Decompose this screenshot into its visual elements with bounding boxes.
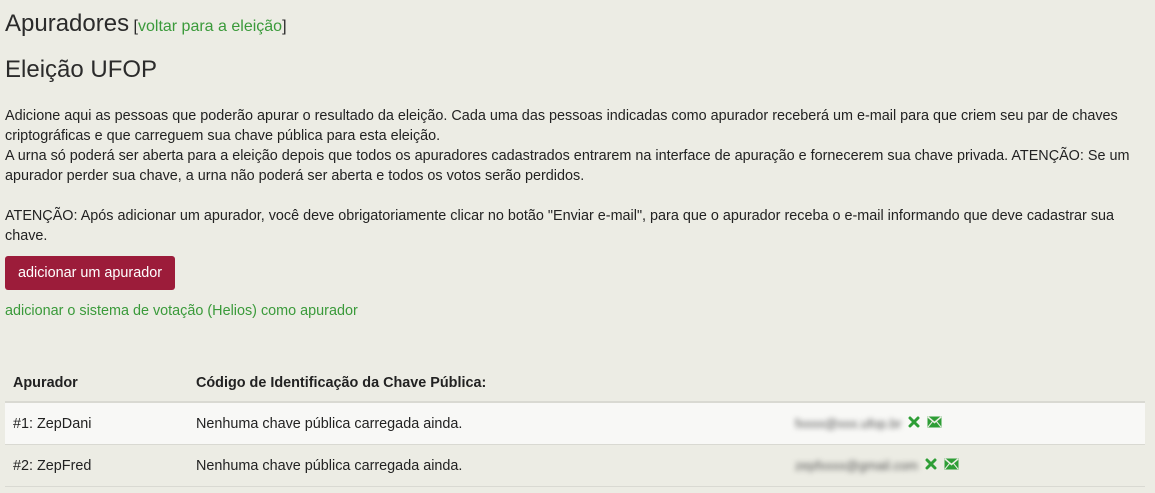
header-trustee: Apurador [5,365,188,403]
page-title: Apuradores [5,10,130,37]
page-header: Apuradores [voltar para a eleição] [5,9,1150,39]
table-row: #1: ZepDani Nenhuma chave pública carreg… [5,402,1145,445]
table-header-row: Apurador Código de Identificação da Chav… [5,365,1145,403]
trustee-name: #1: ZepDani [5,402,188,445]
header-actions [787,365,1145,403]
key-status: Nenhuma chave pública carregada ainda. [188,402,787,445]
trustee-email: fxxxx@xxx.ufop.br [795,416,902,432]
election-title: Eleição UFOP [5,56,158,83]
trustee-name: #2: ZepFred [5,444,188,487]
trustee-actions-cell: fxxxx@xxx.ufop.br [787,402,1145,445]
trustees-table: Apurador Código de Identificação da Chav… [5,365,1145,487]
key-status: Nenhuma chave pública carregada ainda. [188,444,787,487]
trustee-actions-cell: zepfxxxx@gmail.com [787,444,1145,487]
delete-x-icon[interactable] [925,458,937,474]
envelope-icon[interactable] [944,458,959,474]
delete-x-icon[interactable] [908,416,920,432]
envelope-icon[interactable] [927,416,942,432]
add-trustee-button[interactable]: adicionar um apurador [5,256,175,290]
back-to-election-link[interactable]: voltar para a eleição [138,18,282,35]
trustee-email: zepfxxxx@gmail.com [795,458,919,474]
intro-paragraph-1: Adicione aqui as pessoas que poderão apu… [5,108,1118,144]
add-helios-trustee-link[interactable]: adicionar o sistema de votação (Helios) … [5,301,1150,321]
intro-paragraph-2: A urna só poderá ser aberta para a eleiç… [5,148,1130,184]
bracket-close: ] [282,18,287,35]
table-row: #2: ZepFred Nenhuma chave pública carreg… [5,444,1145,487]
warning-paragraph: ATENÇÃO: Após adicionar um apurador, voc… [5,208,1115,244]
header-public-key: Código de Identificação da Chave Pública… [188,365,787,403]
